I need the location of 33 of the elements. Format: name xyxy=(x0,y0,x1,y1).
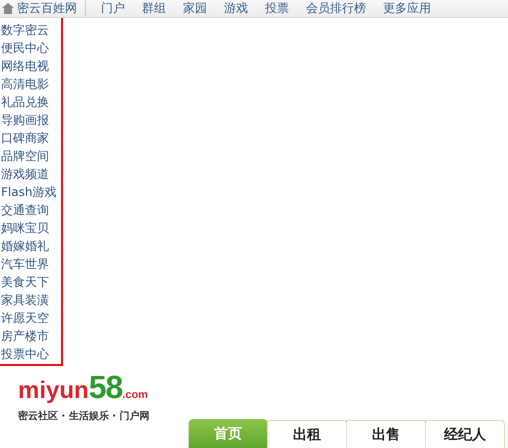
channel-link[interactable]: 品牌空间 xyxy=(1,147,49,165)
channel-link[interactable]: 数字密云 xyxy=(1,21,49,39)
channel-link[interactable]: 礼品兑换 xyxy=(1,93,49,111)
nav-link[interactable]: 群组 xyxy=(140,1,168,16)
channel-link[interactable]: 口碑商家 xyxy=(1,129,49,147)
nav-tab[interactable]: 经纪人 xyxy=(425,421,504,448)
nav-tab[interactable]: 出售 xyxy=(346,421,425,448)
channel-link[interactable]: 便民中心 xyxy=(1,39,49,57)
nav-link[interactable]: 会员排行榜 xyxy=(304,1,368,16)
home-icon xyxy=(2,3,14,14)
channel-link[interactable]: 美食天下 xyxy=(1,273,49,291)
channel-link[interactable]: 投票中心 xyxy=(1,345,49,363)
channel-link[interactable]: Flash游戏 xyxy=(1,183,56,201)
channel-link[interactable]: 妈咪宝贝 xyxy=(1,219,49,237)
channel-link[interactable]: 交通查询 xyxy=(1,201,49,219)
channel-link[interactable]: 家具装潢 xyxy=(1,291,49,309)
channel-link[interactable]: 高清电影 xyxy=(1,75,49,93)
channel-link[interactable]: 汽车世界 xyxy=(1,255,49,273)
site-name[interactable]: 密云百姓网 xyxy=(17,1,77,16)
nav-link[interactable]: 投票 xyxy=(263,1,291,16)
nav-tab[interactable]: 出租 xyxy=(267,421,346,448)
nav-link[interactable]: 门户 xyxy=(99,1,127,16)
channel-link[interactable]: 导购画报 xyxy=(1,111,49,129)
logo-tagline: 密云社区 · 生活娱乐 · 门户网 xyxy=(18,409,150,423)
site-logo[interactable]: miyun58.com xyxy=(18,374,150,408)
nav-link[interactable]: 游戏 xyxy=(222,1,250,16)
nav-link[interactable]: 更多应用 xyxy=(381,1,433,16)
channel-link[interactable]: 网络电视 xyxy=(1,57,49,75)
channel-link[interactable]: 游戏频道 xyxy=(1,165,49,183)
channel-link[interactable]: 许愿天空 xyxy=(1,309,49,327)
channel-link[interactable]: 房产楼市 xyxy=(1,327,49,345)
nav-link[interactable]: 家园 xyxy=(181,1,209,16)
channel-link[interactable]: 婚嫁婚礼 xyxy=(1,237,49,255)
